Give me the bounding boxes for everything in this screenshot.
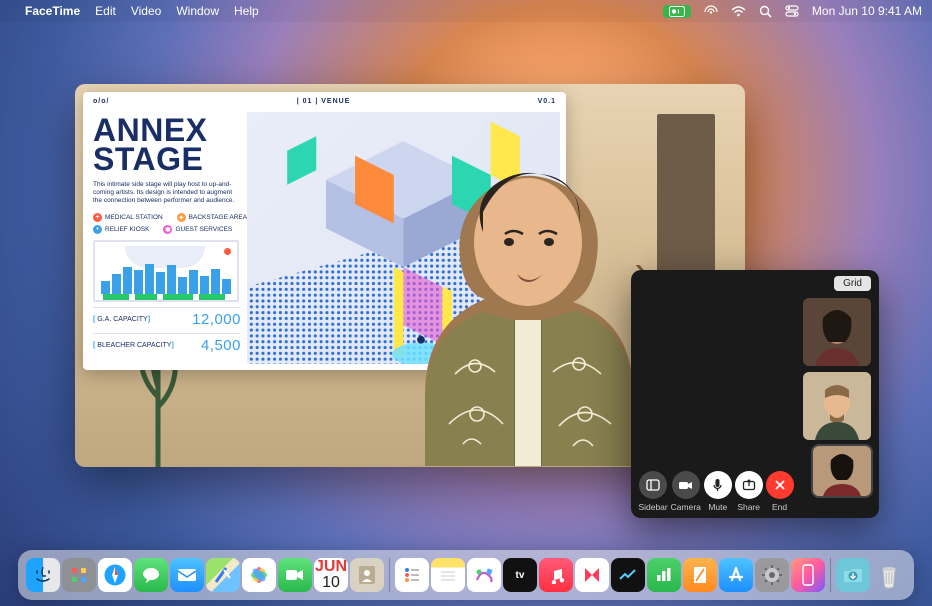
- participant-thumbnail[interactable]: [803, 298, 871, 366]
- dock-app-safari[interactable]: [98, 558, 132, 592]
- legend-item-medical: +MEDICAL STATION: [93, 213, 163, 222]
- dock-app-contacts[interactable]: [350, 558, 384, 592]
- dock-app-settings[interactable]: [755, 558, 789, 592]
- bleacher-capacity-row: BLEACHER CAPACITY 4,500: [93, 333, 241, 354]
- dock-app-launchpad[interactable]: [62, 558, 96, 592]
- dock-app-freeform[interactable]: [467, 558, 501, 592]
- ga-capacity-row: G.A. CAPACITY 12,000: [93, 307, 241, 328]
- grid-view-button[interactable]: Grid: [834, 276, 871, 291]
- facetime-controls: Sidebar Camera Mute Share End: [631, 471, 801, 512]
- dock-app-finder[interactable]: [26, 558, 60, 592]
- airdrop-icon[interactable]: [704, 5, 718, 17]
- dock-app-mail[interactable]: [170, 558, 204, 592]
- sidebar-button[interactable]: Sidebar: [638, 471, 667, 512]
- dock-separator: [830, 558, 831, 592]
- dock-app-iphone-mirroring[interactable]: [791, 558, 825, 592]
- dock-app-notes[interactable]: [431, 558, 465, 592]
- spotlight-icon[interactable]: [759, 5, 772, 18]
- dock-app-news[interactable]: [575, 558, 609, 592]
- dock-trash[interactable]: [872, 558, 906, 592]
- slide-description: This intimate side stage will play host …: [93, 181, 241, 205]
- end-call-button[interactable]: End: [766, 471, 794, 512]
- dock-app-tv[interactable]: tv: [503, 558, 537, 592]
- menubar-datetime[interactable]: Mon Jun 10 9:41 AM: [812, 4, 922, 18]
- dock-app-photos[interactable]: [242, 558, 276, 592]
- dock-app-appstore[interactable]: [719, 558, 753, 592]
- dock-app-stocks[interactable]: [611, 558, 645, 592]
- app-menu[interactable]: FaceTime: [25, 4, 80, 18]
- dock-app-music[interactable]: [539, 558, 573, 592]
- dock-app-reminders[interactable]: [395, 558, 429, 592]
- slide-title: ANNEX STAGE: [93, 116, 241, 175]
- dock-app-numbers[interactable]: [647, 558, 681, 592]
- screen-share-status-icon[interactable]: [663, 5, 691, 18]
- wifi-icon[interactable]: [731, 6, 746, 17]
- menu-video[interactable]: Video: [131, 4, 161, 18]
- dock-app-messages[interactable]: [134, 558, 168, 592]
- dock-app-maps[interactable]: [206, 558, 240, 592]
- share-button[interactable]: Share: [735, 471, 763, 512]
- menu-help[interactable]: Help: [234, 4, 259, 18]
- slide-minimap: [93, 240, 239, 302]
- slide-legend: +MEDICAL STATION ✦BACKSTAGE AREA •RELIEF…: [93, 213, 241, 234]
- legend-item-relief: •RELIEF KIOSK: [93, 225, 149, 234]
- menu-bar: FaceTime Edit Video Window Help Mon Jun …: [0, 0, 932, 22]
- dock-app-calendar[interactable]: JUN10: [314, 558, 348, 592]
- slide-breadcrumb: | 01 | VENUE: [297, 98, 351, 105]
- self-view-thumbnail[interactable]: [813, 446, 871, 496]
- menu-edit[interactable]: Edit: [95, 4, 116, 18]
- dock-separator: [389, 558, 390, 592]
- dock: JUN10 tv: [18, 550, 914, 600]
- participant-thumbnail[interactable]: [803, 372, 871, 440]
- dock-downloads-folder[interactable]: [836, 558, 870, 592]
- facetime-call-window[interactable]: Grid Sidebar Camera Mute Share: [631, 270, 879, 518]
- camera-button[interactable]: Camera: [671, 471, 701, 512]
- menu-window[interactable]: Window: [176, 4, 219, 18]
- dock-app-pages[interactable]: [683, 558, 717, 592]
- dock-app-facetime[interactable]: [278, 558, 312, 592]
- mute-button[interactable]: Mute: [704, 471, 732, 512]
- legend-item-guest: ✱GUEST SERVICES: [163, 225, 232, 234]
- legend-item-backstage: ✦BACKSTAGE AREA: [177, 213, 247, 222]
- slide-brand: o/o/: [93, 98, 109, 105]
- slide-version: V0.1: [538, 98, 556, 105]
- control-center-icon[interactable]: [785, 5, 799, 17]
